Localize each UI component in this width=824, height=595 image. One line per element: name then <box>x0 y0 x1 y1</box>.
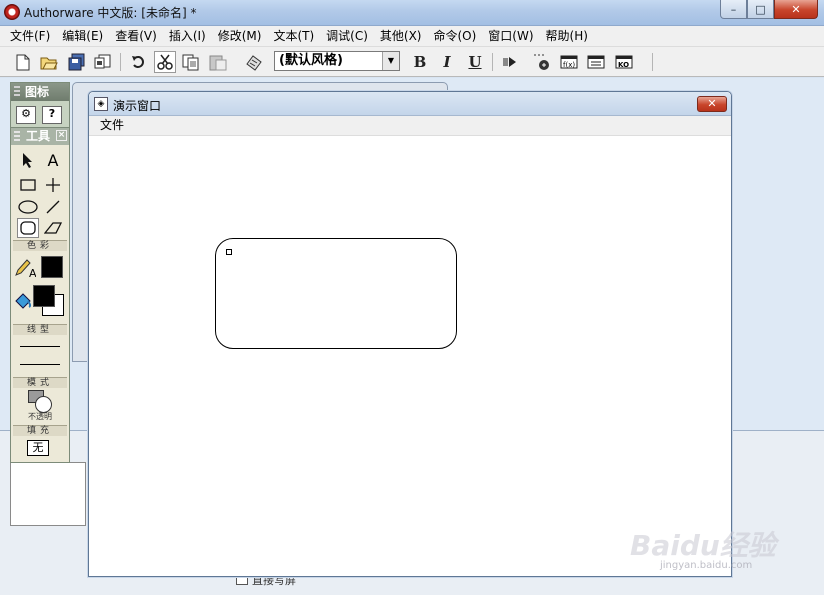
grip-icon[interactable] <box>14 86 20 98</box>
mode-value: 不透明 <box>28 412 52 421</box>
menu-window[interactable]: 窗口(W) <box>482 26 539 46</box>
menu-view[interactable]: 查看(V) <box>109 26 163 46</box>
text-tool-icon[interactable]: A <box>42 150 64 170</box>
italic-icon[interactable]: I <box>436 51 458 73</box>
pencil-text-color-icon[interactable]: A <box>14 258 36 278</box>
fill-pattern-none[interactable]: 无 <box>27 440 49 456</box>
run-icon[interactable] <box>499 51 521 73</box>
fill-foreground-swatch[interactable] <box>33 285 55 307</box>
line-color-swatch[interactable] <box>41 256 63 278</box>
orthogonal-line-tool-icon[interactable] <box>42 175 64 195</box>
rectangle-tool-icon[interactable] <box>17 175 39 195</box>
chevron-down-icon[interactable]: ▼ <box>382 52 399 70</box>
presentation-close-button[interactable]: ✕ <box>697 96 727 112</box>
authorware-app-icon <box>4 4 20 20</box>
text-style-value: (默认风格) <box>279 53 343 68</box>
menu-insert[interactable]: 插入(I) <box>163 26 212 46</box>
resize-handle[interactable] <box>226 249 232 255</box>
color-section-label: 色彩 <box>13 240 67 251</box>
save-all-icon[interactable] <box>66 51 88 73</box>
undo-icon[interactable] <box>128 51 150 73</box>
bold-icon[interactable]: B <box>409 51 431 73</box>
pointer-tool-icon[interactable] <box>17 150 39 170</box>
icons-palette-title: 图标 <box>25 85 50 99</box>
tools-palette-header[interactable]: 工具 × <box>11 128 69 145</box>
svg-text:A: A <box>29 267 36 278</box>
functions-icon[interactable]: f(x) <box>558 51 580 73</box>
toolbar: B I U f(x) KO <box>0 47 824 77</box>
presentation-window-icon: ◈ <box>94 97 108 111</box>
properties-preview-box <box>10 462 86 526</box>
tools-palette-title: 工具 <box>26 129 51 143</box>
polygon-tool-icon[interactable] <box>42 218 64 238</box>
window-title: Authorware 中文版: [未命名] * <box>24 6 197 20</box>
icons-palette: 图标 ⚙ ? <box>10 82 70 128</box>
fill-section-label: 填充 <box>13 425 67 436</box>
find-icon[interactable] <box>243 51 265 73</box>
variables-icon[interactable] <box>585 51 607 73</box>
presentation-menu-file[interactable]: 文件 <box>89 116 124 135</box>
decision-icon[interactable]: ? <box>42 106 62 124</box>
menu-edit[interactable]: 编辑(E) <box>56 26 109 46</box>
text-style-select[interactable]: (默认风格) ▼ <box>274 51 400 71</box>
icons-palette-header[interactable]: 图标 <box>11 83 69 101</box>
close-icon[interactable]: × <box>56 130 67 141</box>
presentation-menu-bar: 文件 <box>89 116 731 136</box>
svg-text:f(x): f(x) <box>563 61 575 69</box>
import-icon[interactable] <box>92 51 114 73</box>
main-title-bar: Authorware 中文版: [未命名] * – □ ✕ <box>0 0 824 26</box>
svg-text:KO: KO <box>618 61 629 69</box>
line-style-default[interactable] <box>20 364 60 365</box>
mode-section-label: 模式 <box>13 377 67 388</box>
menu-bar: 文件(F) 编辑(E) 查看(V) 插入(I) 修改(M) 文本(T) 调试(C… <box>0 26 824 47</box>
presentation-window-titlebar[interactable]: ◈ 演示窗口 ✕ <box>89 92 731 116</box>
fill-bucket-icon[interactable] <box>12 291 34 311</box>
copy-icon[interactable] <box>180 51 202 73</box>
knowledge-objects-icon[interactable]: KO <box>613 51 635 73</box>
control-panel-icon[interactable] <box>531 51 553 73</box>
grip-icon[interactable] <box>14 131 20 142</box>
line-style-thin[interactable] <box>20 346 60 347</box>
menu-commands[interactable]: 命令(O) <box>427 26 482 46</box>
tools-palette: 工具 × A 色彩 A 线型 模式 不透明 填充 无 <box>10 127 70 463</box>
menu-xtras[interactable]: 其他(X) <box>374 26 428 46</box>
menu-file[interactable]: 文件(F) <box>4 26 56 46</box>
line-section-label: 线型 <box>13 324 67 335</box>
paste-icon[interactable] <box>207 51 229 73</box>
menu-help[interactable]: 帮助(H) <box>540 26 594 46</box>
cut-icon[interactable] <box>154 51 176 73</box>
presentation-window: ◈ 演示窗口 ✕ 文件 <box>88 91 732 577</box>
presentation-window-title: 演示窗口 <box>113 99 162 113</box>
underline-icon[interactable]: U <box>464 51 486 73</box>
new-file-icon[interactable] <box>12 51 34 73</box>
rounded-rectangle-shape[interactable] <box>215 238 457 349</box>
open-file-icon[interactable] <box>38 51 60 73</box>
menu-modify[interactable]: 修改(M) <box>212 26 268 46</box>
close-button[interactable]: ✕ <box>774 0 818 19</box>
menu-text[interactable]: 文本(T) <box>267 26 320 46</box>
ellipse-tool-icon[interactable] <box>17 197 39 217</box>
menu-debug[interactable]: 调试(C) <box>320 26 374 46</box>
maximize-button[interactable]: □ <box>747 0 774 19</box>
minimize-button[interactable]: – <box>720 0 747 19</box>
presentation-canvas[interactable] <box>89 137 731 576</box>
display-icon[interactable]: ⚙ <box>16 106 36 124</box>
diagonal-line-tool-icon[interactable] <box>42 197 64 217</box>
rounded-rectangle-tool-icon[interactable] <box>17 218 39 238</box>
